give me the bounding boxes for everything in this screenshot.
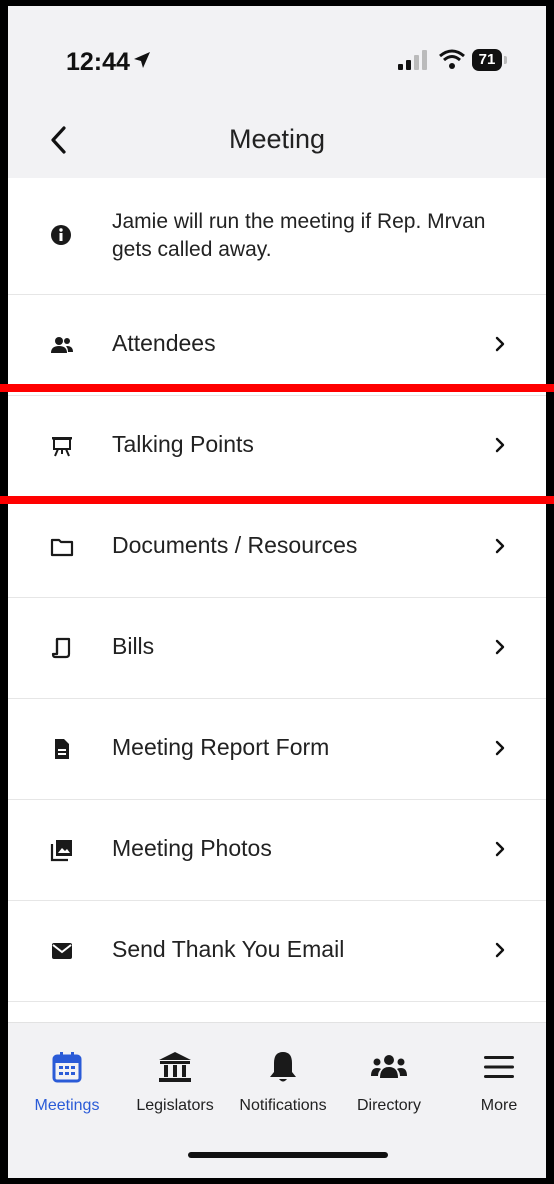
- tab-more[interactable]: More: [444, 1047, 546, 1127]
- envelope-icon: [50, 939, 74, 963]
- battery-tip: [504, 56, 507, 64]
- chevron-right-icon: [494, 335, 506, 358]
- menu-item-label: Send Thank You Email: [112, 936, 345, 962]
- tab-label: Legislators: [136, 1097, 214, 1114]
- menu-item-talking-points[interactable]: Talking Points: [8, 396, 546, 497]
- tab-label: Meetings: [34, 1097, 100, 1114]
- menu-item-label: Attendees: [112, 330, 216, 356]
- tab-notifications[interactable]: Notifications: [228, 1047, 338, 1127]
- meeting-note-text: Jamie will run the meeting if Rep. Mrvan…: [112, 210, 486, 261]
- tab-label: More: [480, 1097, 518, 1114]
- menu-item-bills[interactable]: Bills: [8, 598, 546, 699]
- menu-item-label: Meeting Report Form: [112, 734, 330, 760]
- highlight-line-bottom: [0, 496, 554, 504]
- status-time: 12:44: [66, 48, 130, 76]
- page-title: Meeting: [228, 124, 326, 154]
- chevron-right-icon: [494, 840, 506, 863]
- battery-icon: 71: [472, 49, 502, 71]
- presentation-icon: [50, 434, 74, 458]
- menu-item-label: Bills: [112, 633, 155, 659]
- nav-header: Meeting: [8, 102, 546, 178]
- menu-item-label: Documents / Resources: [112, 532, 358, 558]
- location-arrow-icon: [132, 50, 152, 75]
- menu-item-documents[interactable]: Documents / Resources: [8, 497, 546, 598]
- tab-label: Directory: [356, 1097, 421, 1114]
- meeting-menu-list: Jamie will run the meeting if Rep. Mrvan…: [8, 178, 546, 1043]
- menu-icon: [444, 1047, 546, 1087]
- chevron-right-icon: [494, 638, 506, 661]
- chevron-right-icon: [494, 739, 506, 762]
- document-icon: [50, 737, 74, 761]
- menu-item-attendees[interactable]: Attendees: [8, 295, 546, 396]
- chevron-right-icon: [494, 941, 506, 964]
- cellular-signal-icon: [398, 50, 428, 75]
- wifi-icon: [438, 48, 466, 75]
- highlight-line-top: [0, 384, 554, 392]
- chevron-right-icon: [494, 537, 506, 560]
- menu-item-report-form[interactable]: Meeting Report Form: [8, 699, 546, 800]
- menu-item-label: Talking Points: [112, 431, 254, 457]
- home-indicator[interactable]: [188, 1152, 388, 1158]
- menu-item-photos[interactable]: Meeting Photos: [8, 800, 546, 901]
- tab-legislators[interactable]: Legislators: [120, 1047, 230, 1127]
- chevron-right-icon: [494, 436, 506, 459]
- photos-icon: [50, 838, 74, 862]
- menu-item-label: Meeting Photos: [112, 835, 272, 861]
- meeting-note: Jamie will run the meeting if Rep. Mrvan…: [8, 178, 546, 295]
- tab-label: Notifications: [239, 1097, 327, 1114]
- group-icon: [334, 1047, 444, 1087]
- tab-directory[interactable]: Directory: [334, 1047, 444, 1127]
- menu-item-thank-you-email[interactable]: Send Thank You Email: [8, 901, 546, 1002]
- scroll-icon: [50, 636, 74, 660]
- calendar-icon: [12, 1047, 122, 1087]
- phone-screen: 12:44 71 Meeting Jamie will run the meet…: [8, 6, 546, 1178]
- folder-icon: [50, 535, 74, 559]
- info-icon: [50, 224, 72, 251]
- tab-meetings[interactable]: Meetings: [12, 1047, 122, 1127]
- status-bar: 12:44 71: [8, 6, 546, 102]
- bell-icon: [228, 1047, 338, 1087]
- people-icon: [50, 333, 74, 357]
- capitol-icon: [120, 1047, 230, 1087]
